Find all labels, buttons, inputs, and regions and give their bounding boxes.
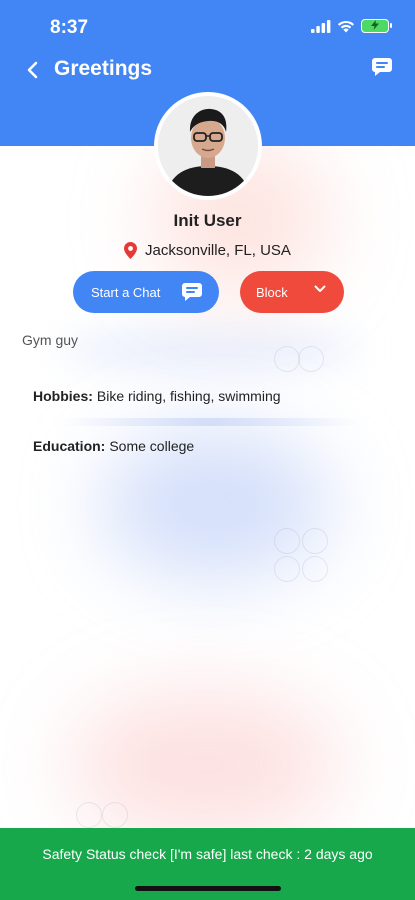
page-title: Greetings: [54, 57, 153, 80]
block-button[interactable]: Block: [240, 271, 344, 313]
education-value: Some college: [109, 438, 195, 454]
signal-icon: [311, 19, 331, 33]
chat-button[interactable]: [371, 56, 393, 78]
status-time: 8:37: [50, 17, 89, 38]
back-button[interactable]: [20, 58, 44, 82]
chevron-down-icon: [314, 285, 326, 292]
location: Jacksonville, FL, USA: [0, 242, 415, 259]
chat-bubble-icon: [372, 58, 392, 76]
hobbies-row: Hobbies: Bike riding, fishing, swimming: [22, 388, 394, 404]
location-text: Jacksonville, FL, USA: [145, 242, 291, 259]
hobbies-label: Hobbies:: [33, 388, 93, 404]
education-row: Education: Some college: [22, 438, 394, 454]
battery-charging-icon: [361, 19, 392, 33]
status-bar: 8:37: [0, 0, 415, 52]
safety-status-text: Safety Status check [I'm safe] last chec…: [42, 846, 373, 862]
chat-bubble-icon: [182, 283, 202, 301]
home-indicator[interactable]: [135, 886, 281, 891]
profile-photo: [158, 96, 258, 196]
map-pin-icon: [124, 242, 138, 259]
user-name: Init User: [173, 211, 242, 230]
chevron-left-icon: [27, 61, 38, 79]
block-label: Block: [256, 284, 288, 300]
safety-status-bar[interactable]: Safety Status check [I'm safe] last chec…: [0, 828, 415, 900]
start-chat-button[interactable]: Start a Chat: [73, 271, 219, 313]
wifi-icon: [338, 20, 354, 32]
divider: [60, 418, 360, 426]
bio-text: Gym guy: [22, 332, 79, 348]
start-chat-label: Start a Chat: [91, 284, 161, 300]
hobbies-value: Bike riding, fishing, swimming: [96, 388, 281, 404]
avatar: [154, 92, 262, 200]
education-label: Education:: [33, 438, 106, 454]
navigation-bar: Greetings: [0, 52, 415, 92]
status-icons: [311, 19, 392, 33]
